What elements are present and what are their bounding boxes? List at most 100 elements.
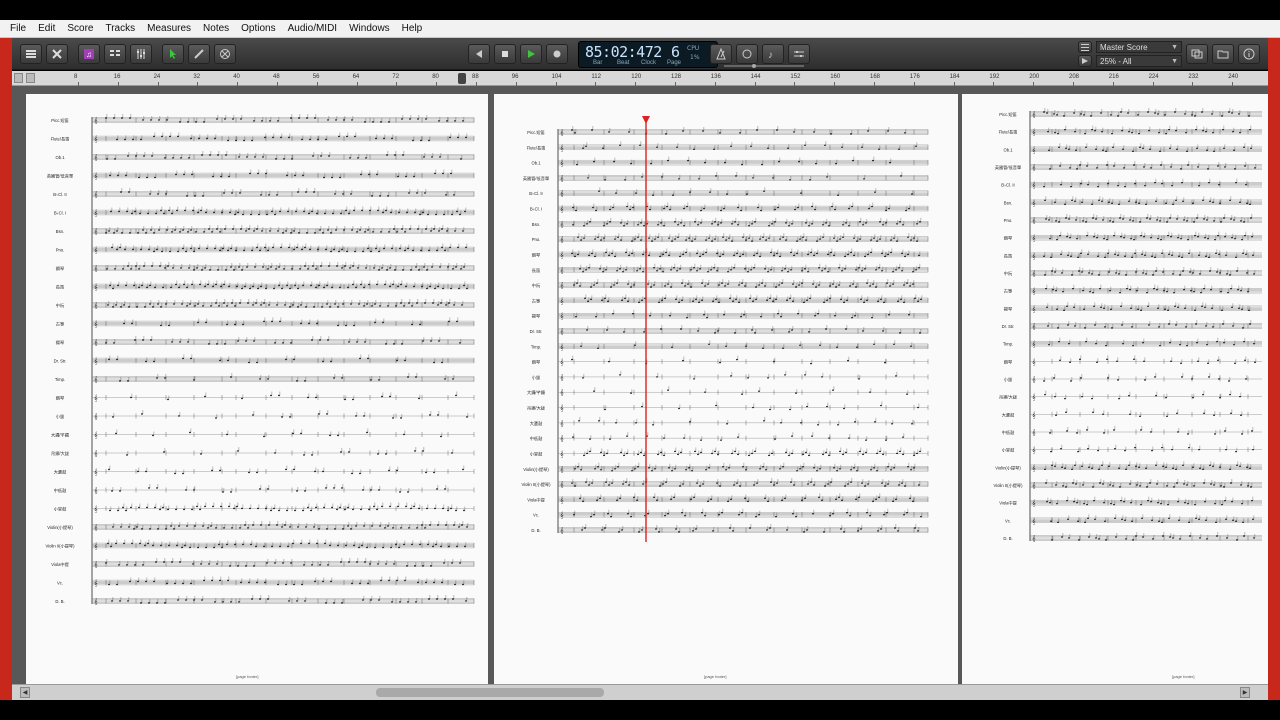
- menu-file[interactable]: File: [4, 20, 32, 38]
- note-head: [864, 485, 866, 487]
- note-head: [255, 545, 257, 548]
- menu-score[interactable]: Score: [61, 20, 99, 38]
- clef-icon: 𝄞: [560, 205, 564, 213]
- note-head: [137, 580, 139, 583]
- note-head: [268, 524, 270, 526]
- note-head: [334, 193, 336, 195]
- note-head: [442, 287, 444, 290]
- note-head: [250, 543, 252, 546]
- play-icon[interactable]: [520, 44, 542, 64]
- note-head: [907, 253, 909, 256]
- note-icon[interactable]: ♫: [78, 44, 100, 64]
- note-head: [237, 211, 239, 214]
- tempo-slider-thumb[interactable]: [752, 64, 756, 68]
- transport-counter[interactable]: 85:02:472 6 Bar Beat Clock Page CPU 1%: [578, 41, 718, 68]
- note-head: [134, 210, 136, 213]
- zoom-select[interactable]: 25% - All ▼: [1096, 55, 1182, 67]
- note-head: [253, 120, 255, 122]
- note-head: [344, 265, 346, 267]
- note-head: [839, 468, 841, 470]
- staff-label: D. B.: [55, 599, 64, 604]
- menu-tracks[interactable]: Tracks: [99, 20, 141, 38]
- note-head: [329, 434, 331, 437]
- info-icon[interactable]: [1238, 44, 1260, 64]
- score-list-icon[interactable]: [1078, 41, 1092, 53]
- note-head: [199, 283, 201, 286]
- menu-audio-midi[interactable]: Audio/MIDI: [282, 20, 343, 38]
- pencil-icon[interactable]: [188, 44, 210, 64]
- note-head: [149, 303, 151, 305]
- note-head: [878, 148, 880, 151]
- menu-edit[interactable]: Edit: [32, 20, 61, 38]
- loop-icon[interactable]: [736, 44, 758, 64]
- menu-measures[interactable]: Measures: [141, 20, 197, 38]
- clef-icon: 𝄞: [94, 339, 98, 347]
- note-head: [318, 413, 320, 415]
- note-head: [852, 159, 854, 162]
- measure-ruler[interactable]: 8 16 24 32 40 48 56 64 72 80 88 96 104 112 120 128 136 14…: [12, 71, 1268, 86]
- note-head: [760, 209, 762, 212]
- score-page-2-staves[interactable]: Picc.短笛 𝄞Flute/長笛 𝄞Ob.1 𝄞英國管/低音單 𝄞B♭Cl. II 𝄞B…: [494, 94, 958, 684]
- menu-options[interactable]: Options: [235, 20, 281, 38]
- stop-icon[interactable]: [494, 44, 516, 64]
- erase-icon[interactable]: [214, 44, 236, 64]
- note-head: [799, 344, 801, 347]
- windows-icon[interactable]: [1186, 44, 1208, 64]
- metronome-icon[interactable]: [710, 44, 732, 64]
- note-head: [369, 563, 371, 565]
- score-select[interactable]: Master Score ▼: [1096, 41, 1182, 53]
- note-head: [141, 413, 143, 415]
- note-head: [247, 527, 249, 529]
- note-head: [265, 172, 267, 175]
- note-head: [426, 287, 428, 290]
- note-head: [734, 332, 736, 334]
- clef-icon: 𝄞: [560, 389, 564, 397]
- note-head: [889, 161, 891, 164]
- ruler-right-button[interactable]: [26, 73, 35, 83]
- note-head: [824, 485, 826, 487]
- note-head: [330, 580, 332, 583]
- tempo-slider[interactable]: [724, 64, 804, 68]
- menu-notes[interactable]: Notes: [197, 20, 235, 38]
- score-page-1-staves[interactable]: Picc.短笛 𝄞Flute/長笛 𝄞Ob.1 𝄞英國管/低音單 𝄞B♭Cl. II 𝄞B…: [26, 94, 488, 684]
- note-head: [284, 524, 286, 526]
- clef-icon: 𝄞: [94, 117, 98, 125]
- note-head: [153, 360, 155, 363]
- note-head: [108, 230, 110, 232]
- menu-help[interactable]: Help: [396, 20, 429, 38]
- note-head: [671, 240, 673, 242]
- arrow-right-icon[interactable]: [1078, 55, 1092, 67]
- record-icon[interactable]: [546, 44, 568, 64]
- note-head: [240, 581, 242, 584]
- tools-icon[interactable]: [46, 44, 68, 64]
- note-head: [239, 302, 241, 304]
- note-head: [861, 146, 863, 149]
- note-head: [429, 524, 431, 526]
- note-head: [350, 303, 352, 305]
- note-head: [196, 505, 198, 508]
- note-head: [364, 341, 366, 343]
- note-head: [464, 210, 466, 213]
- note-head: [345, 209, 347, 212]
- ruler-tick-label: 104: [551, 74, 562, 80]
- note-head: [173, 528, 175, 530]
- rewind-icon[interactable]: [468, 44, 490, 64]
- select-arrow-icon[interactable]: [162, 44, 184, 64]
- mixer-fader-icon[interactable]: [788, 44, 810, 64]
- note-head: [854, 314, 856, 317]
- note-head: [338, 135, 340, 138]
- note-head: [281, 287, 283, 290]
- mixer-icon[interactable]: [130, 44, 152, 64]
- note-head: [825, 451, 827, 454]
- list-icon[interactable]: [104, 44, 126, 64]
- ruler-left-button[interactable]: [14, 73, 23, 83]
- note-head: [919, 221, 921, 223]
- menu-icon[interactable]: [20, 44, 42, 64]
- note-head: [452, 268, 454, 270]
- note-head: [301, 583, 303, 586]
- notes-icon[interactable]: ♪: [762, 44, 784, 64]
- folder-icon[interactable]: [1212, 44, 1234, 64]
- menu-windows[interactable]: Windows: [343, 20, 396, 38]
- ruler-playhead-marker[interactable]: [458, 73, 466, 84]
- note-head: [342, 528, 344, 530]
